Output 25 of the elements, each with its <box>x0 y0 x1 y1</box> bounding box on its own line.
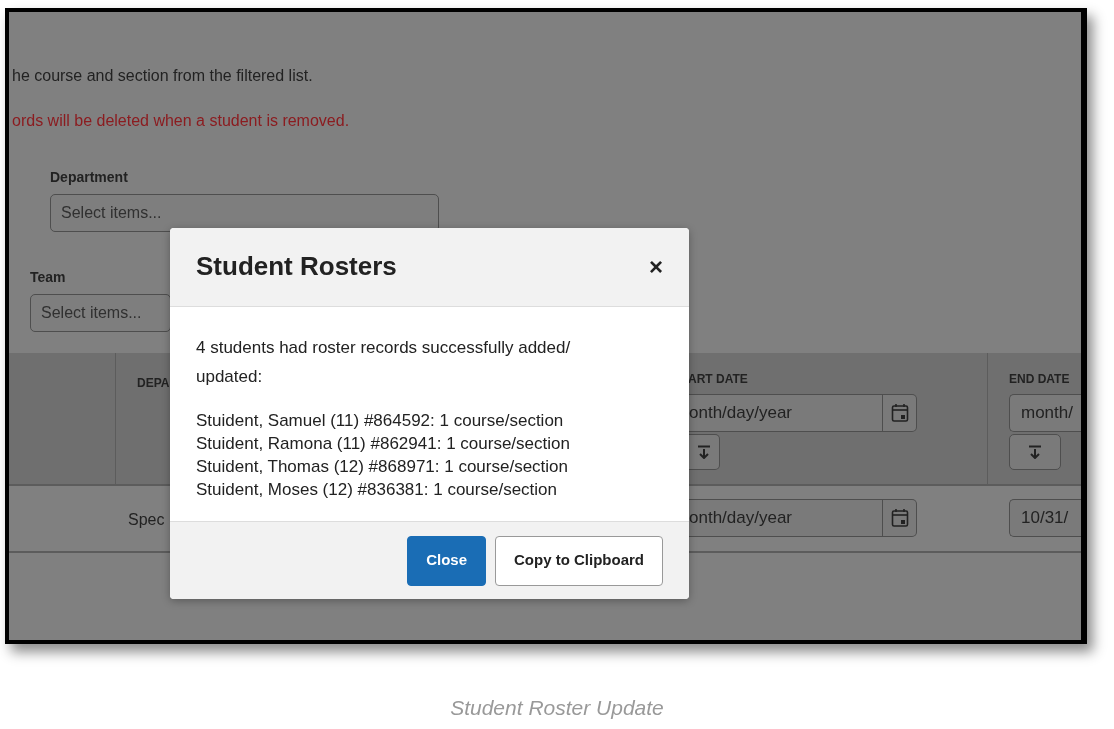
date-field[interactable]: 10/31/ <box>1009 499 1081 537</box>
result-line: Stuident, Moses (12) #836381: 1 course/section <box>196 479 558 501</box>
copy-button[interactable]: Copy to Clipboard <box>495 535 663 586</box>
field-label: Department <box>50 168 129 187</box>
field-label: Team <box>30 268 67 287</box>
close-button[interactable]: × <box>649 249 663 285</box>
sort-down-button[interactable] <box>688 434 720 470</box>
close-button[interactable]: Close <box>407 535 486 586</box>
instruction-text: he course and section from the filtered list. <box>11 66 314 86</box>
result-line: Stuident, Ramona (11) #862941: 1 course/section <box>196 433 571 455</box>
dialog-title: Student Rosters <box>196 251 397 283</box>
dialog-message: 4 students had roster records successfully added/ updated: <box>196 337 572 388</box>
table-cell: Spec <box>128 511 165 528</box>
result-line: Stuident, Samuel (11) #864592: 1 course/section <box>196 410 565 432</box>
warning-text: ords will be deleted when a student is removed. <box>11 111 351 131</box>
date-field[interactable]: onth/day/year <box>688 499 917 537</box>
date-field[interactable]: onth/day/year <box>688 394 917 432</box>
column-header: END DATE <box>1009 371 1071 388</box>
column-header: ART DATE <box>688 371 749 388</box>
figure-caption: Student Roster Update <box>449 695 665 721</box>
result-line: Stuident, Thomas (12) #868971: 1 course/section <box>196 456 570 478</box>
select-field[interactable]: Select items... <box>30 294 171 332</box>
date-field[interactable]: month/ <box>1009 394 1081 432</box>
column-header: DEPA <box>137 376 170 390</box>
select-field[interactable]: Select items... <box>50 194 439 232</box>
